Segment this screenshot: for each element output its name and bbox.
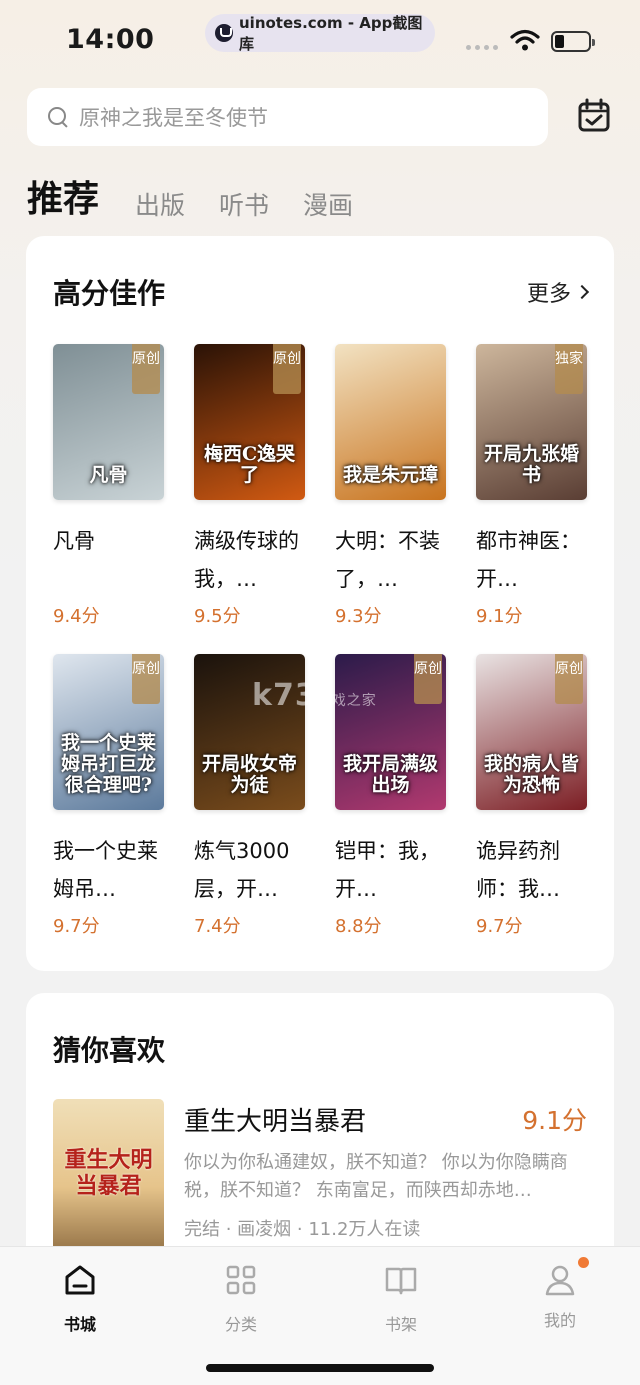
category-tabs: 推荐 出版 听书 漫画 [27,170,387,224]
site-logo-icon [215,24,233,42]
book-icon [385,1267,417,1295]
search-placeholder: 原神之我是至冬使节 [79,106,268,130]
book-cover[interactable]: 我一个史莱姆吊打巨龙很合理吧? 原创 [53,654,164,810]
status-time: 14:00 [66,24,155,55]
book-title[interactable]: 重生大明当暴君 [184,1101,366,1138]
book-grid: 凡骨 原创 凡骨 9.4分 梅西C逸哭了 原创 满级传球的我，… 9.5分 我是朱元璋 大明：不装… [53,344,593,964]
book-title[interactable]: 诡异药剂师：我… [476,832,587,908]
url-text: uinotes.com - App截图库 [239,14,423,53]
book-title[interactable]: 大明：不装了，… [335,522,446,598]
notification-badge [578,1257,589,1268]
book-tag-badge: 独家 [555,344,583,394]
nav-bookshelf[interactable]: 书架 [346,1263,456,1335]
cover-text: 重生大明当暴君 [64,1147,153,1199]
tab-audiobook[interactable]: 听书 [219,186,269,224]
book-cover[interactable]: 我是朱元璋 [335,344,446,500]
status-bar: 14:00 uinotes.com - App截图库 [0,0,640,80]
book-tag-badge: 原创 [273,344,301,394]
nav-category[interactable]: 分类 [186,1263,296,1335]
book-description: 你以为你私通建奴，朕不知道？ 你以为你隐瞒商税，朕不知道？ 东南富足，而陕西却赤… [184,1152,568,1201]
cover-text: 开局九张婚书 [483,443,579,486]
cover-text: 我一个史莱姆吊打巨龙很合理吧? [60,732,156,796]
book-title[interactable]: 铠甲：我，开… [335,832,446,908]
book-item[interactable]: 我开局满级出场 原创铠甲：我，开… 8.8分 [335,654,446,964]
book-tag-badge: 原创 [555,654,583,704]
book-item[interactable]: 开局九张婚书 独家都市神医：开… 9.1分 [476,344,587,654]
cover-text: 开局收女帝为徒 [201,753,297,796]
book-score: 9.4分 [53,606,100,627]
more-button[interactable]: 更多 [526,276,590,308]
calendar-checkin-icon[interactable] [576,98,612,134]
tab-published[interactable]: 出版 [135,186,185,224]
home-icon [65,1265,95,1295]
book-title[interactable]: 满级传球的我，… [194,522,305,598]
cover-text: 我开局满级出场 [342,753,438,796]
section-title: 高分佳作 [53,277,166,310]
book-score: 8.8分 [335,916,382,937]
home-indicator [206,1364,434,1372]
book-title[interactable]: 我一个史莱姆吊… [53,832,164,908]
user-icon [543,1257,589,1297]
nav-profile[interactable]: 我的 [505,1257,615,1331]
nav-label: 分类 [224,1315,257,1334]
book-item[interactable]: 我的病人皆为恐怖 原创诡异药剂师：我… 9.7分 [476,654,587,964]
featured-section: 高分佳作 更多 凡骨 原创 凡骨 9.4分 梅西C逸哭了 原创 满级传球的我，… 9.5分 我是… [26,236,614,971]
search-icon [47,106,69,128]
chevron-right-icon [574,284,590,300]
book-item[interactable]: 我是朱元璋大明：不装了，… 9.3分 [335,344,446,654]
book-item[interactable]: 我一个史莱姆吊打巨龙很合理吧? 原创我一个史莱姆吊… 9.7分 [53,654,164,964]
cover-text: 梅西C逸哭了 [203,443,296,486]
grid-icon [226,1265,256,1295]
section-title: 猜你喜欢 [53,1034,166,1067]
nav-bookstore[interactable]: 书城 [25,1263,135,1335]
book-score: 9.1分 [522,1106,587,1135]
book-title[interactable]: 炼气3000层，开… [194,832,305,908]
book-tag-badge: 原创 [132,344,160,394]
search-bar[interactable]: 原神之我是至冬使节 [27,88,548,146]
more-label: 更多 [526,282,571,307]
book-meta: 完结 · 画凌烟 · 11.2万人在读 [184,1219,421,1240]
book-cover[interactable]: 重生大明当暴君 [53,1099,164,1259]
book-tag-badge: 原创 [132,654,160,704]
nav-label: 书架 [384,1315,417,1334]
book-item[interactable]: 梅西C逸哭了 原创满级传球的我，… 9.5分 [194,344,305,654]
nav-label: 书城 [63,1315,96,1334]
book-score: 9.3分 [335,606,382,627]
battery-icon [551,31,595,52]
wifi-icon [510,29,540,51]
tab-comics[interactable]: 漫画 [303,186,353,224]
book-cover[interactable]: 开局九张婚书 独家 [476,344,587,500]
book-cover[interactable]: 我开局满级出场 原创 [335,654,446,810]
book-score: 9.1分 [476,606,523,627]
book-cover[interactable]: 我的病人皆为恐怖 原创 [476,654,587,810]
book-item[interactable]: 凡骨 原创凡骨 9.4分 [53,344,164,654]
book-cover[interactable]: 梅西C逸哭了 原创 [194,344,305,500]
book-score: 9.5分 [194,606,241,627]
book-tag-badge: 原创 [414,654,442,704]
book-title[interactable]: 凡骨 [53,522,164,598]
book-score: 9.7分 [476,916,523,937]
book-score: 9.7分 [53,916,100,937]
book-item[interactable]: 开局收女帝为徒炼气3000层，开… 7.4分 [194,654,305,964]
book-cover[interactable]: 开局收女帝为徒 [194,654,305,810]
book-score: 7.4分 [194,916,241,937]
cover-text: 我是朱元璋 [342,464,438,486]
tab-recommend[interactable]: 推荐 [27,170,99,224]
nav-label: 我的 [543,1311,576,1330]
cover-text: 凡骨 [89,464,128,486]
cellular-signal-icon [466,45,498,50]
url-pill: uinotes.com - App截图库 [205,14,435,53]
book-cover[interactable]: 凡骨 原创 [53,344,164,500]
book-title[interactable]: 都市神医：开… [476,522,587,598]
cover-text: 我的病人皆为恐怖 [483,753,579,796]
